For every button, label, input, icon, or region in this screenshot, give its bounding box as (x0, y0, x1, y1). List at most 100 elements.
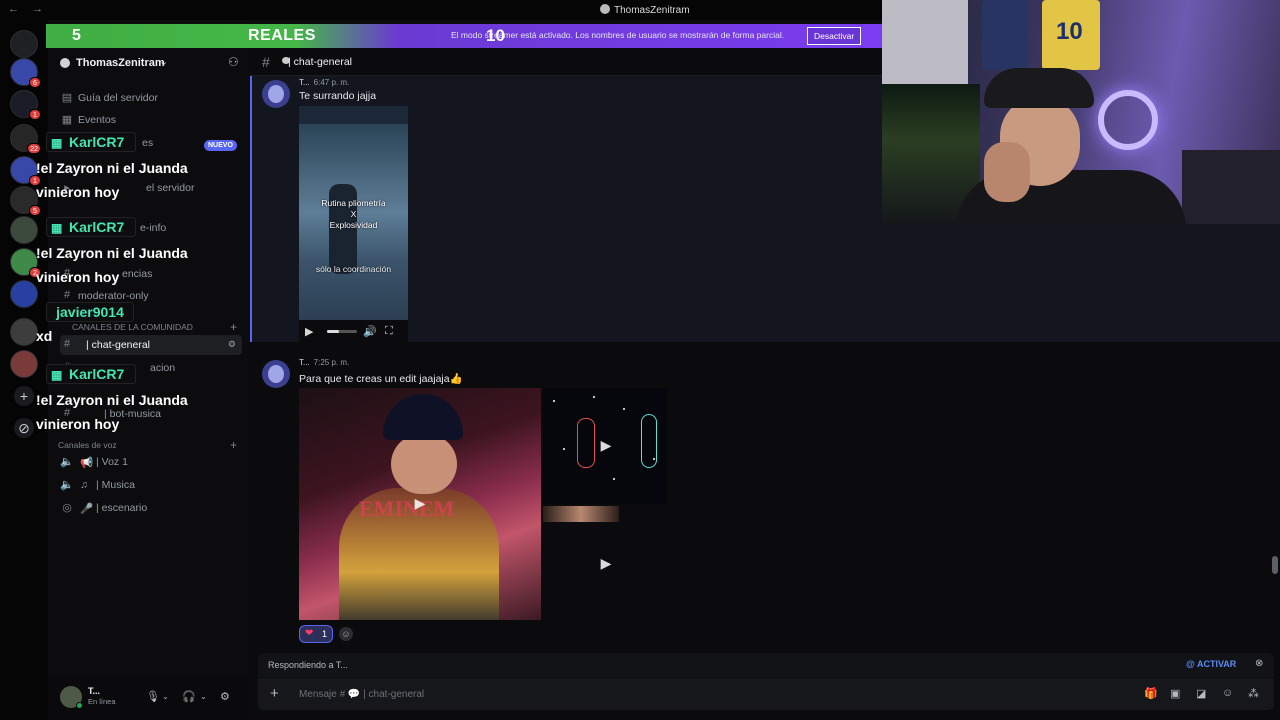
emoji-icon[interactable]: ☺ (1222, 687, 1233, 699)
add-reaction-icon[interactable]: ☺ (339, 627, 353, 641)
category-voice[interactable]: Canales de voz + (58, 438, 237, 452)
nav-controls: ← → (8, 3, 53, 15)
server-icon[interactable] (10, 280, 38, 308)
chevron-down-icon[interactable]: ⌄ (162, 692, 169, 701)
reaction-count: 1 (322, 629, 328, 639)
chevron-down-icon[interactable]: ⌄ (200, 692, 207, 701)
message-author[interactable]: T... (299, 78, 310, 87)
sidebar-item-guide[interactable]: ▤ Guía del servidor (60, 88, 242, 108)
server-icon[interactable]: 6 (10, 58, 41, 88)
message-input[interactable]: Mensaje # 💬 | chat-general (299, 689, 424, 700)
sidebar-item-label: e-info (140, 222, 167, 234)
video-attachment[interactable]: Rutina pliometría X Explosividad sólo la… (299, 106, 408, 342)
channel-name: | chat-general (288, 56, 353, 68)
server-badge-icon (60, 58, 70, 68)
close-reply-icon[interactable]: ⊗ (1255, 658, 1263, 669)
server-icon[interactable] (10, 350, 38, 378)
explore-servers-icon[interactable]: ⊘ (14, 418, 34, 438)
video-attachment[interactable]: EMINEM ▶ (299, 388, 541, 620)
server-icon[interactable] (10, 318, 38, 346)
stage-icon: ◎ (62, 502, 72, 514)
sidebar-item-label: | escenario (96, 502, 148, 514)
game-controller-icon: ▦ (51, 368, 63, 382)
play-icon[interactable]: ▶ (595, 434, 617, 456)
voice-channel-voz-1[interactable]: 🔈 📢 | Voz 1 (60, 452, 242, 472)
alert-message: !el Zayron ni el Juanda vinieron hoy (36, 160, 188, 200)
sidebar-item-events[interactable]: ▦ Eventos (60, 110, 242, 130)
video-attachment[interactable]: ▶ (543, 388, 667, 504)
scrollbar[interactable] (1272, 556, 1278, 574)
apps-icon[interactable]: ⁂ (1248, 687, 1259, 700)
voice-channel-escenario[interactable]: ◎ 🎤 | escenario (60, 498, 242, 518)
server-rail: 6 1 22 1 5 2 + ⊘ (0, 20, 48, 720)
headphones-icon[interactable]: 🎧 (182, 690, 196, 703)
channel-emoji: 📢 (80, 457, 94, 469)
discord-home-icon[interactable] (10, 30, 38, 58)
hash-icon: # (262, 54, 270, 70)
message-meta: T... 7:25 p. m. (299, 358, 349, 367)
message-text: Te surrando jajja (299, 90, 377, 102)
category-label: Canales de voz (58, 440, 117, 450)
person-add-icon[interactable]: ⚇ (228, 55, 239, 69)
server-icon[interactable] (10, 216, 38, 244)
gif-icon[interactable]: ▣ (1170, 687, 1180, 700)
user-status: En línea (88, 697, 116, 706)
mention-toggle-button[interactable]: @ ACTIVAR (1186, 659, 1236, 669)
voice-channel-musica[interactable]: 🔈 ♫ | Musica (60, 475, 242, 495)
volume-slider[interactable] (327, 330, 357, 333)
message-author[interactable]: T... (299, 358, 310, 367)
server-icon[interactable]: 1 (10, 156, 41, 186)
overlay-center-label: REALES (248, 27, 316, 44)
alert-user-tag: javier9014 (46, 302, 134, 322)
volume-icon[interactable]: 🔊 (363, 325, 377, 338)
category-community[interactable]: CANALES DE LA COMUNIDAD + (58, 320, 237, 334)
fullscreen-icon[interactable]: ⛶ (385, 325, 393, 338)
add-channel-icon[interactable]: + (230, 320, 237, 334)
game-controller-icon: ▦ (51, 136, 63, 150)
add-channel-icon[interactable]: + (230, 438, 237, 452)
server-icon[interactable]: 5 (10, 186, 41, 216)
alert-user: KarlCR7 (69, 219, 125, 235)
username: T... (88, 686, 101, 696)
avatar[interactable] (262, 80, 290, 108)
server-icon[interactable]: 1 (10, 90, 41, 120)
chevron-down-icon[interactable]: ⌄ (159, 55, 168, 68)
reaction-heart[interactable]: ❤ 1 (299, 625, 333, 643)
message-composer: + Mensaje # 💬 | chat-general 🎁 ▣ ◪ ☺ ⁂ (258, 678, 1274, 710)
video-controls: ▶ 🔊 ⛶ (299, 320, 408, 342)
user-panel: T... En línea 🎙 ⌄ 🎧 ⌄ ⚙ (48, 678, 250, 720)
heart-icon: ❤ (305, 628, 314, 639)
play-icon[interactable]: ▶ (305, 325, 313, 338)
stream-overlay-bar: 5 REALES El modo streamer está activado.… (46, 24, 882, 48)
unread-badge: 6 (29, 77, 41, 88)
sticker-icon[interactable]: ◪ (1196, 687, 1206, 700)
settings-icon[interactable]: ⚙ (228, 339, 236, 350)
server-header[interactable]: ThomasZenitram ⌄ ⚇ (48, 50, 250, 76)
alert-user: KarlCR7 (69, 366, 125, 382)
microphone-icon[interactable]: 🎙 (146, 690, 160, 703)
video-subcaption: sólo la coordinación (315, 264, 392, 274)
server-icon[interactable]: 22 (10, 124, 41, 154)
gear-icon[interactable]: ⚙ (220, 690, 230, 703)
message-time: 7:25 p. m. (313, 358, 350, 367)
alert-user: KarlCR7 (69, 134, 125, 150)
gift-icon[interactable]: 🎁 (1144, 687, 1158, 700)
sidebar-item-chat-general[interactable]: # | chat-general ⚙ (60, 335, 242, 355)
message-meta: T... 6:47 p. m. (299, 78, 349, 87)
new-badge: NUEVO (204, 140, 237, 151)
avatar[interactable] (262, 360, 290, 388)
webcam-feed: 10 (882, 0, 1280, 224)
forward-icon[interactable]: → (32, 3, 43, 15)
play-icon[interactable]: ▶ (595, 552, 617, 574)
alert-user-tag: ▦ KarlCR7 (46, 217, 136, 237)
server-icon[interactable]: 2 (10, 248, 41, 278)
play-icon[interactable]: ▶ (409, 492, 431, 514)
attach-plus-icon[interactable]: + (270, 685, 279, 702)
video-attachment[interactable]: ▶ (543, 506, 667, 620)
deactivate-button[interactable]: Desactivar (807, 27, 862, 45)
speaker-icon: 🔈 (60, 479, 74, 491)
add-server-icon[interactable]: + (14, 386, 34, 406)
unread-badge: 5 (29, 205, 41, 216)
reply-bar: Respondiendo a T... @ ACTIVAR ⊗ (258, 653, 1274, 677)
back-icon[interactable]: ← (8, 3, 19, 15)
